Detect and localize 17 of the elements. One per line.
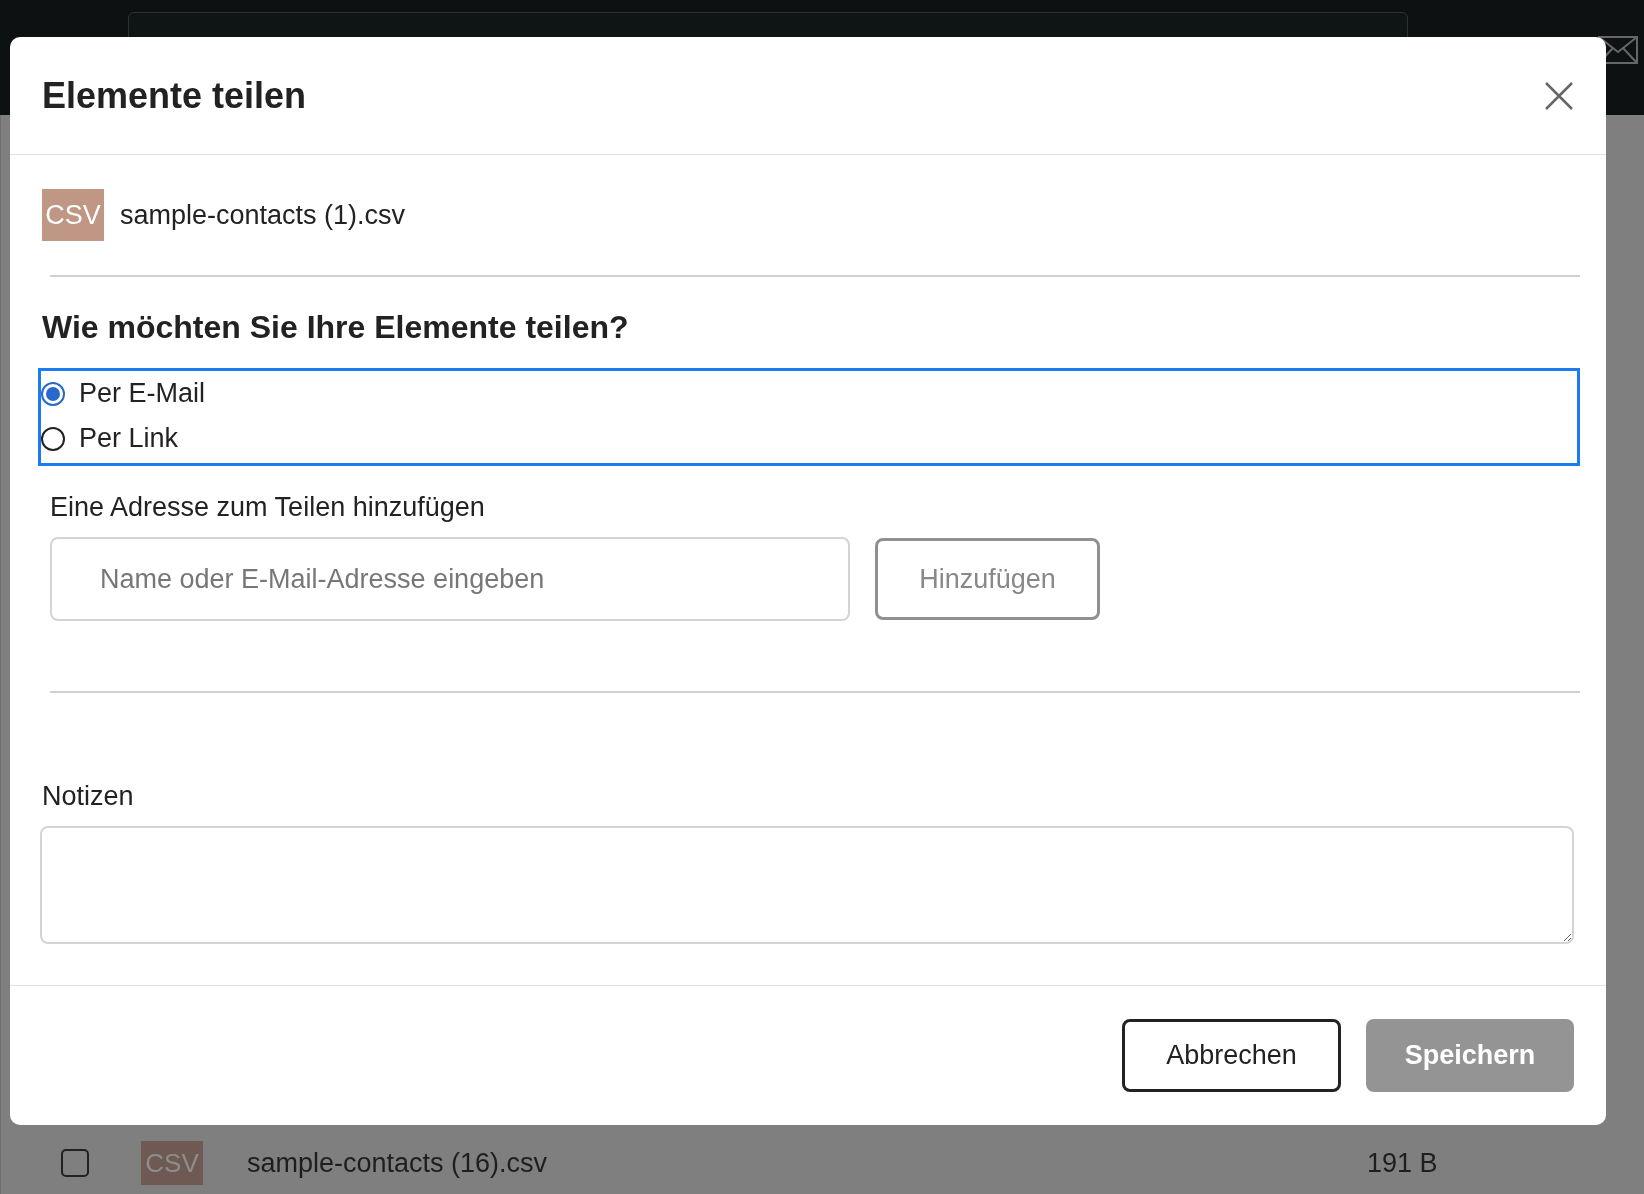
csv-file-icon: CSV: [141, 1141, 203, 1185]
dialog-title: Elemente teilen: [42, 74, 307, 117]
address-input[interactable]: Name oder E-Mail-Adresse eingeben: [50, 537, 850, 621]
close-icon[interactable]: [1544, 80, 1574, 111]
file-name[interactable]: sample-contacts (16).csv: [247, 1147, 1187, 1179]
checkbox[interactable]: [61, 1149, 89, 1177]
file-size: 191 B: [1367, 1147, 1438, 1179]
csv-file-icon: CSV: [42, 189, 104, 241]
question-heading: Wie möchten Sie Ihre Elemente teilen?: [42, 309, 630, 346]
notes-field[interactable]: [40, 826, 1574, 944]
cancel-button[interactable]: Abbrechen: [1122, 1019, 1341, 1092]
radio-option[interactable]: Per E-Mail: [41, 378, 1577, 409]
add-button[interactable]: Hinzufügen: [875, 538, 1100, 620]
file-name: sample-contacts (1).csv: [120, 199, 406, 231]
radio-option[interactable]: Per Link: [41, 423, 1577, 454]
field-label: Notizen: [42, 781, 135, 812]
field-label: Eine Adresse zum Teilen hinzufügen: [50, 492, 486, 523]
